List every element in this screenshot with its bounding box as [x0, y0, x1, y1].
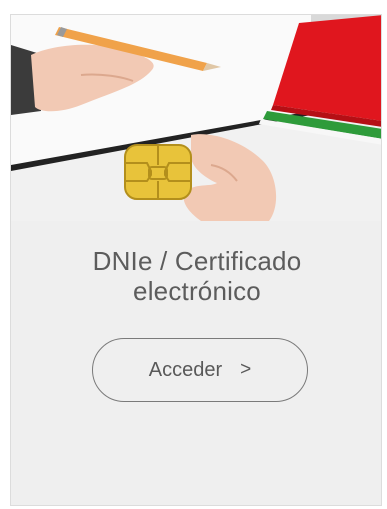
- access-button[interactable]: Acceder >: [92, 338, 308, 402]
- access-button-label: Acceder: [148, 358, 223, 381]
- card-title-line2: electrónico: [133, 276, 261, 306]
- card-title-line1: DNIe / Certificado: [92, 246, 302, 276]
- chevron-right-icon: >: [240, 359, 252, 380]
- dnie-certificate-card[interactable]: DNIe / Certificado electrónico Acceder >: [10, 14, 382, 506]
- hero-image: [11, 15, 381, 221]
- smart-card-chip-icon: [124, 144, 192, 200]
- card-title: DNIe / Certificado electrónico: [11, 246, 381, 306]
